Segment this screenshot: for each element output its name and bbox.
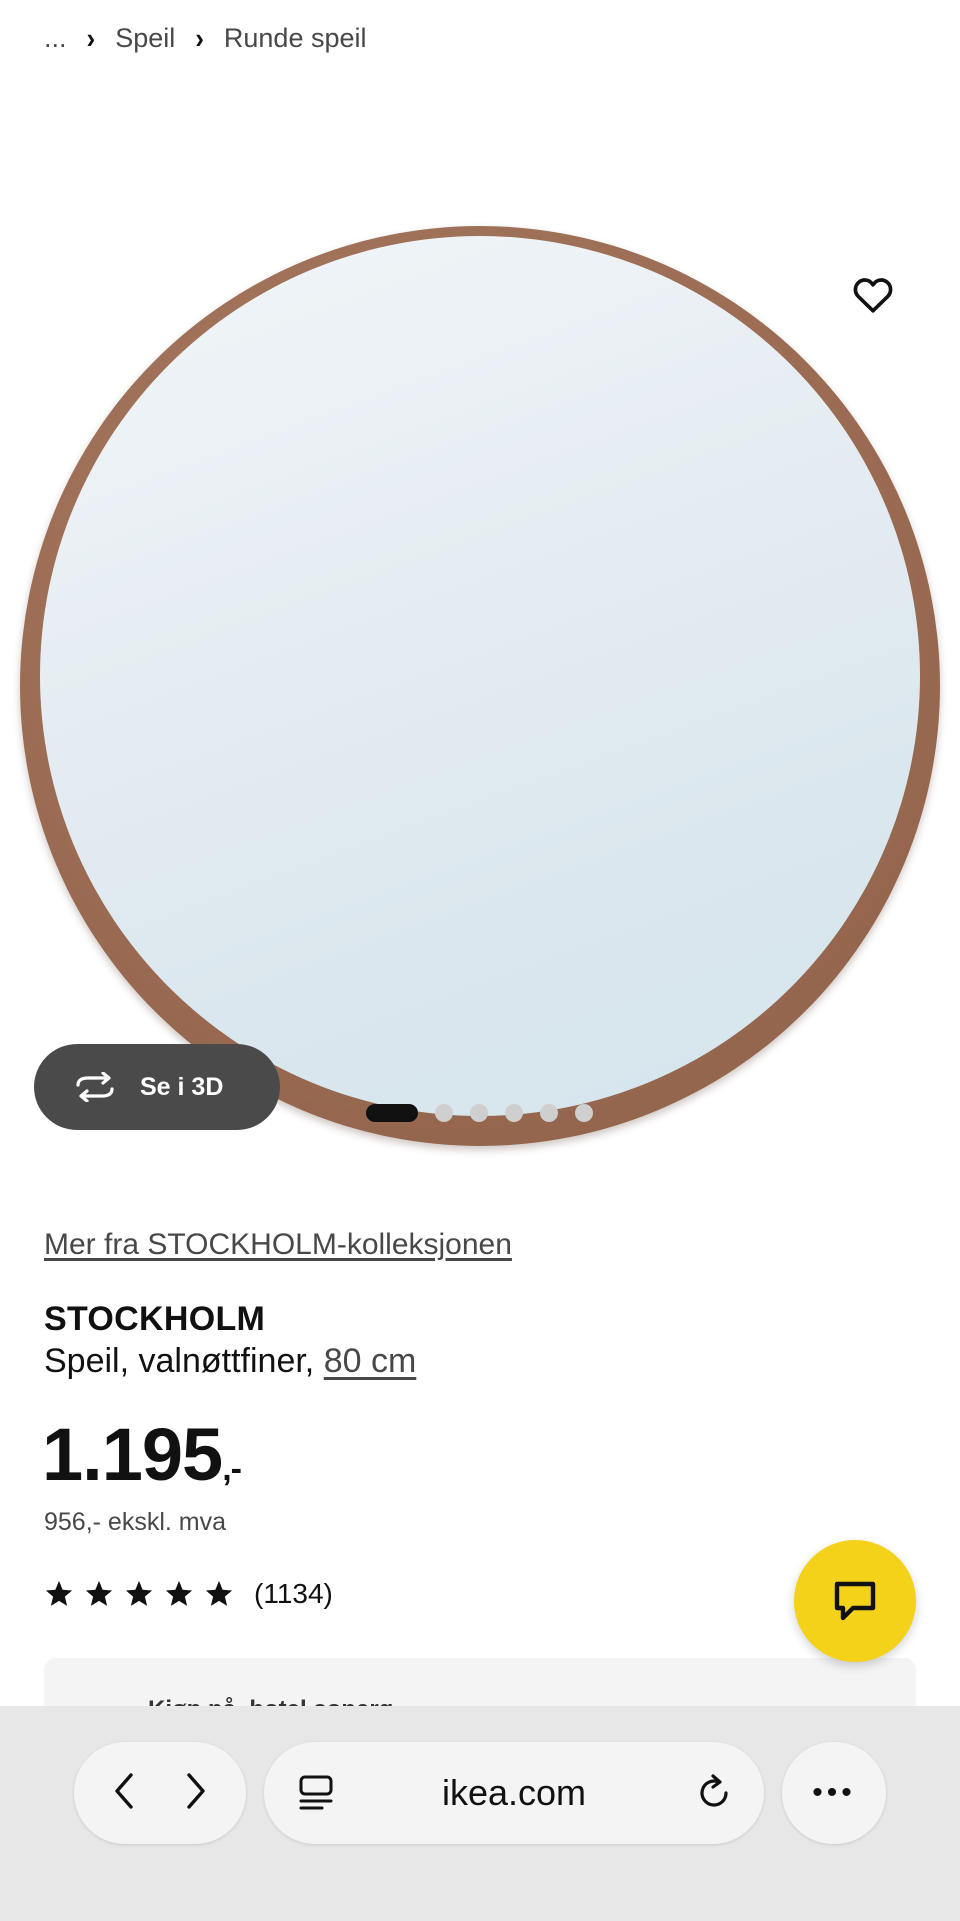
chevron-right-icon: › [195, 20, 204, 54]
chevron-left-icon [115, 1772, 133, 1809]
breadcrumb: ... › Speil › Runde speil [44, 18, 367, 58]
chat-button[interactable] [794, 1540, 916, 1662]
rotate-3d-icon [76, 1072, 114, 1102]
product-price: 1.195,- [42, 1412, 242, 1497]
breadcrumb-item-runde-speil[interactable]: Runde speil [224, 23, 367, 54]
reload-icon[interactable] [694, 1773, 734, 1813]
more-dots-icon: ••• [812, 1776, 856, 1809]
collection-link[interactable]: Mer fra STOCKHOLM-kolleksjonen [44, 1228, 512, 1262]
product-rating[interactable]: (1134) [44, 1578, 333, 1610]
chevron-right-icon: › [86, 20, 96, 54]
price-value: 1.195 [42, 1413, 223, 1496]
star-icon [205, 1580, 233, 1606]
rating-count: (1134) [254, 1578, 333, 1609]
star-icon [85, 1580, 113, 1606]
breadcrumb-ellipsis[interactable]: ... [44, 23, 67, 54]
product-description-text: Speil, valnøttfiner, [44, 1342, 315, 1380]
star-icon [45, 1580, 73, 1606]
star-icon [165, 1580, 193, 1606]
price-excluding-vat: 956,- ekskl. mva [44, 1508, 227, 1536]
gallery-pagination [366, 1104, 593, 1122]
price-suffix: ,- [222, 1450, 242, 1488]
view-in-3d-label: Se i 3D [140, 1072, 224, 1101]
more-options-button[interactable]: ••• [782, 1742, 886, 1844]
product-size-link[interactable]: 80 cm [324, 1342, 417, 1380]
view-in-3d-button[interactable]: Se i 3D [34, 1044, 280, 1130]
gallery-dot-6[interactable] [575, 1104, 593, 1122]
address-bar[interactable]: ikea.com [264, 1742, 764, 1844]
gallery-dot-2[interactable] [435, 1104, 453, 1122]
chevron-right-icon [187, 1772, 205, 1809]
forward-button[interactable] [181, 1769, 211, 1818]
product-description: Speil, valnøttfiner, 80 cm [44, 1342, 416, 1381]
gallery-dot-1[interactable] [366, 1104, 418, 1122]
back-button[interactable] [109, 1769, 139, 1818]
heart-icon [853, 278, 893, 313]
chat-bubble-icon [834, 1581, 876, 1621]
breadcrumb-item-speil[interactable]: Speil [115, 23, 175, 54]
favourite-button[interactable] [846, 268, 900, 322]
address-bar-url: ikea.com [441, 1772, 587, 1813]
gallery-dot-3[interactable] [470, 1104, 488, 1122]
browser-toolbar: ikea.com ••• [0, 1706, 960, 1921]
gallery-dot-4[interactable] [505, 1104, 523, 1122]
star-icon [125, 1580, 153, 1606]
mirror-glass [40, 236, 920, 1116]
browser-nav-group [74, 1742, 246, 1844]
product-image-gallery[interactable]: Se i 3D [0, 96, 960, 1146]
gallery-dot-5[interactable] [540, 1104, 558, 1122]
product-name: STOCKHOLM [44, 1300, 266, 1338]
